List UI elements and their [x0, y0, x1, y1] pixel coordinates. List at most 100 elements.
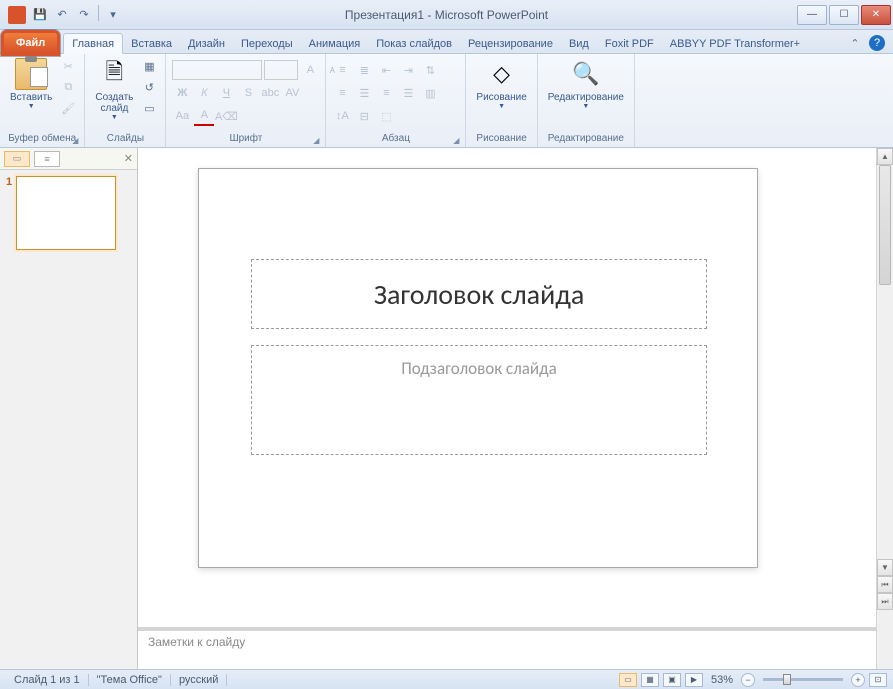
- clear-formatting-icon[interactable]: A⌫: [216, 106, 236, 126]
- sorter-view-icon[interactable]: ▦: [641, 673, 659, 687]
- minimize-button[interactable]: —: [797, 5, 827, 25]
- shapes-icon: ◇: [486, 58, 518, 90]
- slide-editor: Заголовок слайда Подзаголовок слайда Зам…: [138, 148, 893, 669]
- qat-customize-icon[interactable]: ▾: [103, 5, 123, 25]
- language-indicator[interactable]: русский: [171, 674, 227, 686]
- group-label-font: Шрифт◢: [172, 131, 319, 147]
- slide-indicator[interactable]: Слайд 1 из 1: [6, 674, 89, 686]
- font-color-icon[interactable]: A: [194, 106, 214, 126]
- close-button[interactable]: ✕: [861, 5, 891, 25]
- help-icon[interactable]: ?: [869, 35, 885, 51]
- font-size-combo[interactable]: [264, 60, 298, 80]
- tab-animation[interactable]: Анимация: [301, 34, 369, 53]
- tab-foxit[interactable]: Foxit PDF: [597, 34, 662, 53]
- dialog-launcher-icon[interactable]: ◢: [453, 136, 459, 145]
- group-label-drawing: Рисование: [472, 131, 530, 147]
- tab-abbyy[interactable]: ABBYY PDF Transformer+: [662, 34, 808, 53]
- reset-icon[interactable]: ↺: [139, 77, 159, 97]
- title-placeholder[interactable]: Заголовок слайда: [251, 259, 707, 329]
- paste-button[interactable]: Вставить ▼: [6, 56, 56, 112]
- group-slides: 🗎 Создать слайд ▼ ▦ ↺ ▭ Слайды: [85, 54, 166, 147]
- scroll-down-icon[interactable]: ▼: [877, 559, 893, 576]
- tab-home[interactable]: Главная: [63, 33, 123, 54]
- redo-icon[interactable]: ↷: [74, 5, 94, 25]
- group-drawing: ◇ Рисование ▼ Рисование: [466, 54, 537, 147]
- chevron-down-icon: ▼: [582, 103, 589, 110]
- scroll-up-icon[interactable]: ▲: [877, 148, 893, 165]
- outline-tab[interactable]: ≡: [34, 151, 60, 167]
- chevron-down-icon: ▼: [28, 103, 35, 110]
- undo-icon[interactable]: ↶: [52, 5, 72, 25]
- align-left-icon[interactable]: ≡: [332, 83, 352, 103]
- minimize-ribbon-icon[interactable]: ⌃: [845, 33, 865, 53]
- thumbnails-tab[interactable]: ▭: [4, 151, 30, 167]
- slide-canvas[interactable]: Заголовок слайда Подзаголовок слайда: [198, 168, 758, 568]
- zoom-slider[interactable]: [763, 678, 843, 681]
- drawing-button[interactable]: ◇ Рисование ▼: [472, 56, 530, 112]
- dialog-launcher-icon[interactable]: ◢: [313, 136, 319, 145]
- increase-indent-icon[interactable]: ⇥: [398, 60, 418, 80]
- tab-view[interactable]: Вид: [561, 34, 597, 53]
- find-replace-button[interactable]: 🔍 Редактирование ▼: [544, 56, 628, 112]
- group-label-slides: Слайды: [91, 131, 159, 147]
- close-panel-icon[interactable]: ✕: [124, 152, 133, 165]
- subtitle-placeholder[interactable]: Подзаголовок слайда: [251, 345, 707, 455]
- fit-to-window-icon[interactable]: ⊡: [869, 673, 887, 687]
- notes-pane[interactable]: Заметки к слайду: [138, 627, 876, 669]
- char-spacing-icon[interactable]: AV: [282, 83, 302, 103]
- tab-design[interactable]: Дизайн: [180, 34, 233, 53]
- tab-review[interactable]: Рецензирование: [460, 34, 561, 53]
- justify-icon[interactable]: ☰: [398, 83, 418, 103]
- slide-thumbnail[interactable]: [16, 176, 116, 250]
- next-slide-icon[interactable]: ⏭: [877, 593, 893, 610]
- grow-font-icon[interactable]: A: [300, 60, 320, 80]
- zoom-in-icon[interactable]: +: [851, 673, 865, 687]
- decrease-indent-icon[interactable]: ⇤: [376, 60, 396, 80]
- strikethrough-icon[interactable]: S: [238, 83, 258, 103]
- underline-icon[interactable]: Ч: [216, 83, 236, 103]
- shadow-icon[interactable]: abc: [260, 83, 280, 103]
- line-spacing-icon[interactable]: ⇅: [420, 60, 440, 80]
- save-icon[interactable]: 💾: [30, 5, 50, 25]
- tab-insert[interactable]: Вставка: [123, 34, 180, 53]
- bullets-icon[interactable]: ≡: [332, 60, 352, 80]
- window-title: Презентация1 - Microsoft PowerPoint: [345, 8, 548, 22]
- status-bar: Слайд 1 из 1 "Тема Office" русский ▭ ▦ ▣…: [0, 669, 893, 689]
- normal-view-icon[interactable]: ▭: [619, 673, 637, 687]
- reading-view-icon[interactable]: ▣: [663, 673, 681, 687]
- numbering-icon[interactable]: ≣: [354, 60, 374, 80]
- theme-indicator[interactable]: "Тема Office": [89, 674, 171, 686]
- section-icon[interactable]: ▭: [139, 98, 159, 118]
- new-slide-icon: 🗎: [98, 58, 130, 90]
- workspace: ▭ ≡ ✕ 1 Заголовок слайда Подзаголовок сл…: [0, 148, 893, 669]
- align-right-icon[interactable]: ≡: [376, 83, 396, 103]
- maximize-button[interactable]: ☐: [829, 5, 859, 25]
- chevron-down-icon: ▼: [498, 103, 505, 110]
- prev-slide-icon[interactable]: ⏮: [877, 576, 893, 593]
- title-bar: 💾 ↶ ↷ ▾ Презентация1 - Microsoft PowerPo…: [0, 0, 893, 30]
- zoom-out-icon[interactable]: −: [741, 673, 755, 687]
- change-case-icon[interactable]: Aa: [172, 106, 192, 126]
- new-slide-button[interactable]: 🗎 Создать слайд ▼: [91, 56, 137, 123]
- align-text-icon[interactable]: ⊟: [354, 106, 374, 126]
- tab-slideshow[interactable]: Показ слайдов: [368, 34, 460, 53]
- font-family-combo[interactable]: [172, 60, 262, 80]
- group-editing: 🔍 Редактирование ▼ Редактирование: [538, 54, 635, 147]
- tab-transitions[interactable]: Переходы: [233, 34, 301, 53]
- dialog-launcher-icon[interactable]: ◢: [72, 136, 78, 145]
- scroll-thumb[interactable]: [879, 165, 891, 285]
- align-center-icon[interactable]: ☰: [354, 83, 374, 103]
- layout-icon[interactable]: ▦: [139, 56, 159, 76]
- italic-icon[interactable]: К: [194, 83, 214, 103]
- bold-icon[interactable]: Ж: [172, 83, 192, 103]
- columns-icon[interactable]: ▥: [420, 83, 440, 103]
- smartart-icon[interactable]: ⬚: [376, 106, 396, 126]
- copy-icon[interactable]: ⧉: [58, 77, 78, 97]
- format-painter-icon[interactable]: 🖌: [58, 98, 78, 118]
- text-direction-icon[interactable]: ↕A: [332, 106, 352, 126]
- cut-icon[interactable]: ✂: [58, 56, 78, 76]
- zoom-level[interactable]: 53%: [711, 674, 733, 686]
- vertical-scrollbar[interactable]: ▲ ▼ ⏮ ⏭: [876, 148, 893, 669]
- slideshow-view-icon[interactable]: ▶: [685, 673, 703, 687]
- tab-file[interactable]: Файл: [4, 33, 57, 53]
